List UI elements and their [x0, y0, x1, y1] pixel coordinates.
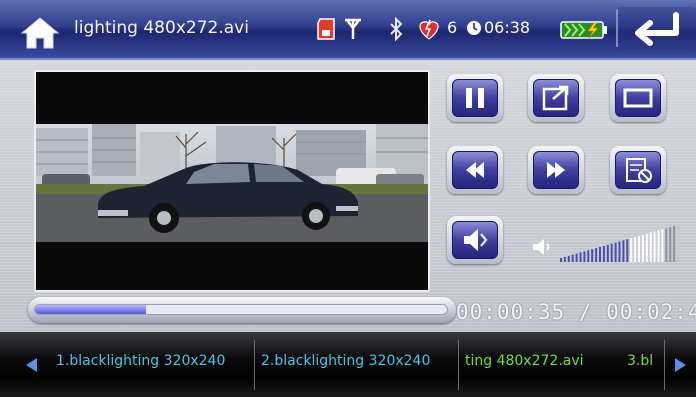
playlist-item-current[interactable]: ting 480x272.avi — [465, 353, 595, 369]
playlist-divider — [254, 340, 255, 390]
time-readout: 00:00:35 / 00:02:43 — [456, 300, 696, 324]
playlist-next-icon[interactable] — [675, 358, 686, 372]
clock-time: 06:38 — [484, 18, 531, 37]
volume-bar — [665, 228, 668, 262]
volume-bar — [626, 239, 629, 262]
clock-icon — [467, 21, 481, 35]
playlist-item[interactable]: 3.bl — [627, 353, 661, 369]
seek-bar-track — [34, 304, 448, 315]
playlist-prev-icon[interactable] — [26, 358, 37, 372]
volume-bar — [599, 246, 601, 262]
playlist-divider — [458, 340, 459, 390]
player-panel: 00:00:35 / 00:02:43 — [0, 60, 696, 332]
volume-bar — [567, 255, 570, 262]
video-display[interactable] — [34, 70, 430, 292]
home-icon[interactable] — [20, 16, 60, 50]
bluetooth-icon — [390, 17, 403, 41]
aspect-ratio-button[interactable] — [610, 74, 666, 122]
volume-bar — [571, 254, 574, 262]
fast-forward-button[interactable] — [528, 146, 584, 194]
volume-bar — [587, 250, 590, 262]
volume-bar — [618, 241, 621, 262]
file-title: lighting 480x272.avi — [74, 18, 249, 38]
rewind-button[interactable] — [447, 146, 503, 194]
volume-bar — [595, 248, 598, 262]
battery-charge-icon — [560, 21, 607, 39]
volume-bar — [622, 240, 625, 262]
volume-bar — [673, 226, 676, 262]
seek-bar-fill — [35, 305, 147, 314]
volume-bar — [560, 258, 562, 262]
volume-bar — [602, 245, 605, 262]
playlist-strip: 1.blacklighting 320x240 2.blacklighting … — [0, 332, 696, 397]
back-button[interactable] — [616, 7, 696, 49]
battery-heart-icon — [419, 19, 439, 40]
volume-bar — [638, 235, 640, 262]
video-frame-image — [36, 124, 428, 242]
volume-bar — [591, 249, 594, 262]
playlist-item[interactable]: 1.blacklighting 320x240 — [56, 353, 252, 369]
antenna-icon — [345, 18, 361, 39]
pause-button[interactable] — [447, 74, 503, 122]
volume-bar — [583, 251, 586, 262]
volume-bar — [634, 237, 637, 262]
playlist-item[interactable]: 2.blacklighting 320x240 — [261, 353, 455, 369]
fullscreen-button[interactable] — [528, 74, 584, 122]
playlist-divider — [664, 340, 665, 390]
volume-bar — [669, 227, 672, 262]
volume-bar — [579, 252, 582, 262]
volume-bar — [657, 230, 660, 262]
volume-bar — [641, 234, 644, 262]
volume-bar — [610, 243, 613, 262]
volume-bar — [661, 229, 664, 262]
sd-card-icon — [317, 18, 335, 40]
volume-bar — [575, 253, 578, 262]
volume-bar — [614, 242, 617, 262]
volume-bar — [645, 233, 648, 262]
volume-slider[interactable] — [558, 226, 678, 264]
mute-button[interactable] — [447, 216, 503, 264]
speaker-icon — [533, 239, 550, 255]
volume-bar — [649, 232, 652, 262]
volume-bar — [563, 256, 566, 262]
volume-bar — [606, 244, 609, 262]
settings-button[interactable] — [610, 146, 666, 194]
seek-bar[interactable] — [28, 297, 456, 323]
volume-bar — [630, 238, 633, 262]
status-bar: lighting 480x272.avi 6 06:38 — [0, 0, 696, 60]
volume-bar — [653, 231, 656, 262]
battery-count: 6 — [447, 18, 458, 37]
